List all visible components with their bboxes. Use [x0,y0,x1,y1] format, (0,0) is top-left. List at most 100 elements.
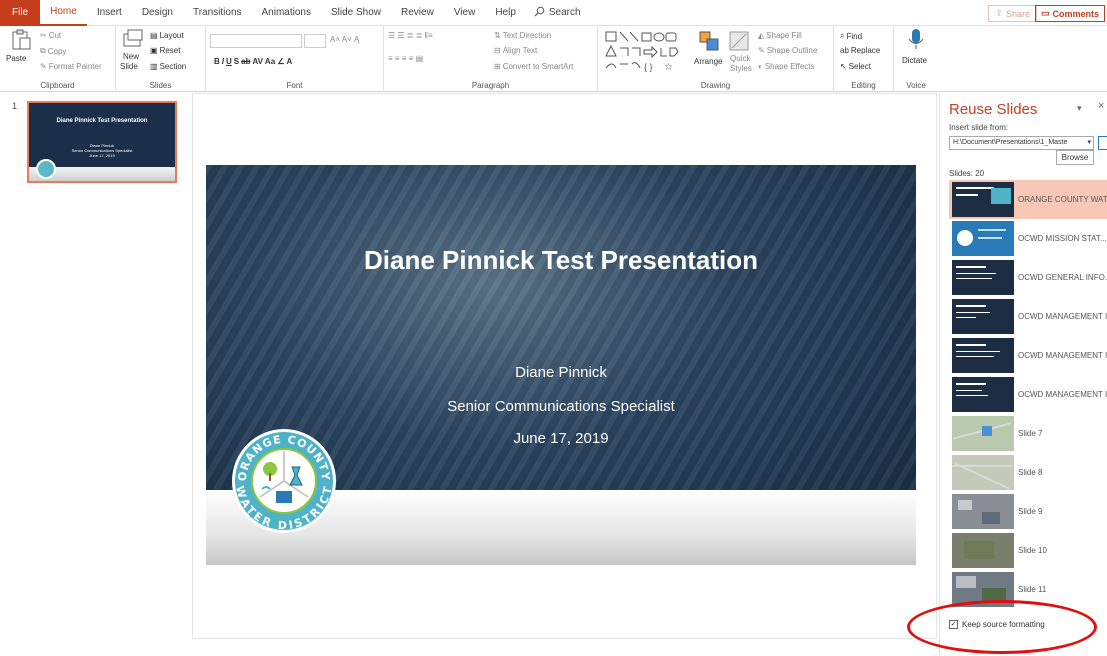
tab-review[interactable]: Review [391,0,444,26]
voice-group: Dictate Voice [894,26,938,92]
list-item[interactable]: Slide 7 [949,414,1107,453]
font-name-box[interactable] [210,34,302,48]
cursor-icon: ↖ [840,62,847,71]
list-item[interactable]: OCWD MISSION STAT... [949,219,1107,258]
comments-button[interactable]: ▭ Comments [1034,5,1105,22]
select-button[interactable]: ↖ Select [840,62,871,71]
tab-transitions[interactable]: Transitions [183,0,252,26]
list-item-label: Slide 7 [1018,429,1043,438]
format-painter-button[interactable]: ✎ Format Painter [40,62,102,71]
new-slide-label-2[interactable]: Slide [120,62,138,71]
align-text-label: Align Text [502,46,538,55]
tab-insert[interactable]: Insert [87,0,132,26]
new-slide-icon[interactable] [122,28,144,50]
reuse-slides-pane: Reuse Slides ▾ × Insert slide from: H:\D… [939,93,1107,656]
replace-icon: ab [840,46,849,55]
tab-help[interactable]: Help [485,0,526,26]
shape-fill-button[interactable]: ◭ Shape Fill [758,31,802,40]
thumbnail-subtitle: Diane Pinnick Senior Communications Spec… [29,143,175,158]
cut-button[interactable]: ✂ Cut [40,31,61,40]
tab-file[interactable]: File [0,0,41,26]
shape-outline-button[interactable]: ✎ Shape Outline [758,46,817,55]
tab-view[interactable]: View [444,0,486,26]
copy-button[interactable]: ⧉ Copy [40,46,66,56]
replace-button[interactable]: ab Replace [840,46,880,55]
paragraph-group: ☰ ☰ ≣ ≣ ‖≡ ≡ ≡ ≡ ≡ ▤ ⇅ Text Direction ⊟ Al… [384,26,598,92]
reset-button[interactable]: ▣ Reset [150,46,180,55]
slide-thumbnail [952,533,1014,568]
section-icon: ▥ [150,62,158,71]
thumbnail-line-3: June 17, 2019 [89,153,115,158]
font-group-label: Font [286,81,303,90]
section-button[interactable]: ▥ Section [150,62,186,71]
microphone-icon[interactable] [905,28,927,50]
layout-label: Layout [159,31,184,40]
source-path-combobox[interactable]: H:\Document\Presentations\1_Maste ▾ [949,136,1094,150]
smartart-label: Convert to SmartArt [502,62,574,71]
list-item[interactable]: Slide 8 [949,453,1107,492]
brush-icon: ✎ [40,62,47,71]
menu-bar: File Home Insert Design Transitions Anim… [0,0,1107,26]
list-item-label: ORANGE COUNTY WAT [1018,195,1107,204]
slide-thumbnail [952,416,1014,451]
font-size-controls[interactable]: A˄ A˅ Ą [330,35,359,44]
browse-button[interactable]: Browse [1056,150,1094,165]
ocwd-logo: ORANGE COUNTY WATER DISTRICT [232,429,336,533]
tab-design[interactable]: Design [132,0,183,26]
new-slide-label-1[interactable]: New [123,52,139,61]
smartart-button[interactable]: ⊞ Convert to SmartArt [494,62,573,71]
list-item[interactable]: OCWD MANAGEMENT I [949,297,1107,336]
slide-presenter-name[interactable]: Diane Pinnick [206,364,916,381]
go-arrow-button[interactable] [1098,136,1107,150]
layout-button[interactable]: ▤ Layout [150,31,184,40]
quick-styles-label-1[interactable]: Quick [730,54,750,63]
drawing-group: { } ☆ Arrange Quick Styles ◭ Shape Fill ✎ S… [598,26,834,92]
reuse-slides-title: Reuse Slides [949,101,1038,118]
paste-button[interactable]: Paste [6,54,26,63]
editing-group: ⌕ Find ab Replace ↖ Select Editing [834,26,894,92]
shape-effects-button[interactable]: ◐ Shape Effects [758,62,815,71]
search-box[interactable]: Search [526,6,589,20]
close-icon[interactable]: × [1098,100,1104,112]
tab-home[interactable]: Home [40,0,87,26]
slide-title[interactable]: Diane Pinnick Test Presentation [206,245,916,276]
list-item[interactable]: Slide 9 [949,492,1107,531]
tab-slide-show[interactable]: Slide Show [321,0,391,26]
dictate-button[interactable]: Dictate [902,56,927,65]
slide-thumbnail-1[interactable]: Diane Pinnick Test Presentation Diane Pi… [27,101,177,183]
fill-bucket-icon: ◭ [758,31,765,40]
pane-options-chevron-icon[interactable]: ▾ [1077,103,1082,114]
list-item[interactable]: OCWD MANAGEMENT I [949,375,1107,414]
list-item[interactable]: OCWD MANAGEMENT I [949,336,1107,375]
align-buttons[interactable]: ≡ ≡ ≡ ≡ ▤ [388,54,423,63]
list-item[interactable]: ORANGE COUNTY WAT [949,180,1107,219]
copy-label: Copy [47,46,67,56]
font-format-row[interactable]: B I U S ab AV Aa ∠ A [214,57,292,66]
slide[interactable]: Diane Pinnick Test Presentation Diane Pi… [206,165,916,565]
list-item[interactable]: Slide 10 [949,531,1107,570]
paste-icon[interactable] [10,28,32,50]
find-button[interactable]: ⌕ Find [840,31,862,41]
text-direction-button[interactable]: ⇅ Text Direction [494,31,551,40]
editing-group-label: Editing [851,81,876,90]
format-painter-label: Format Painter [48,62,102,71]
align-text-button[interactable]: ⊟ Align Text [494,46,537,55]
quick-styles-icon[interactable] [728,30,750,52]
list-buttons[interactable]: ☰ ☰ ≣ ≣ ‖≡ [388,31,433,40]
text-direction-label: Text Direction [502,31,552,40]
arrange-label[interactable]: Arrange [694,57,722,66]
chevron-down-icon[interactable]: ▾ [1087,138,1091,146]
tab-animations[interactable]: Animations [252,0,321,26]
smartart-icon: ⊞ [494,62,501,71]
list-item[interactable]: OCWD GENERAL INFO... [949,258,1107,297]
arrange-icon[interactable] [698,30,720,52]
share-button[interactable]: ⇪ Share [988,5,1037,22]
shape-fill-label: Shape Fill [766,31,802,40]
quick-styles-label-2[interactable]: Styles [730,64,752,73]
slide-presenter-role[interactable]: Senior Communications Specialist [206,398,916,415]
font-size-box[interactable] [304,34,326,48]
slide-thumbnail-pane: 1 Diane Pinnick Test Presentation Diane … [0,93,192,656]
slide-thumbnail [952,182,1014,217]
shapes-gallery-icon[interactable]: { } ☆ [604,30,690,74]
svg-text:☆: ☆ [664,62,673,73]
